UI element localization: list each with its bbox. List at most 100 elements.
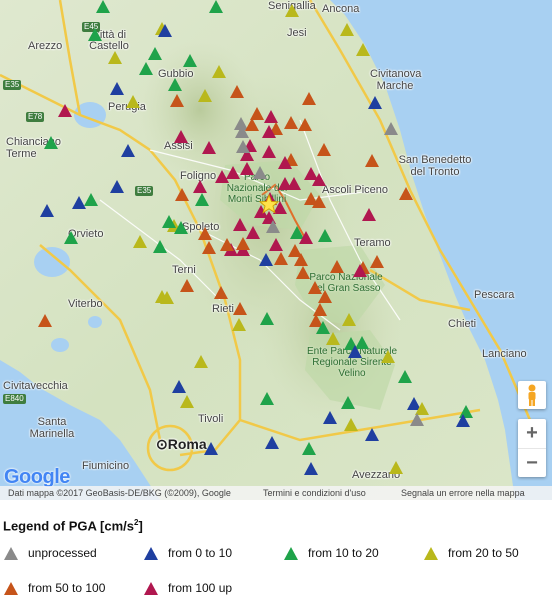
station-orange-triangle-icon[interactable]	[198, 227, 212, 240]
station-blue-triangle-icon[interactable]	[259, 253, 273, 266]
station-blue-triangle-icon[interactable]	[456, 414, 470, 427]
station-green-triangle-icon[interactable]	[302, 442, 316, 455]
station-blue-triangle-icon[interactable]	[40, 204, 54, 217]
station-green-triangle-icon[interactable]	[209, 0, 223, 13]
station-yellow-triangle-icon[interactable]	[212, 65, 226, 78]
station-gray-triangle-icon[interactable]	[410, 413, 424, 426]
station-yellow-triangle-icon[interactable]	[344, 418, 358, 431]
station-orange-triangle-icon[interactable]	[370, 255, 384, 268]
pegman-button[interactable]	[518, 381, 546, 409]
station-blue-triangle-icon[interactable]	[158, 24, 172, 37]
station-green-triangle-icon[interactable]	[341, 396, 355, 409]
station-orange-triangle-icon[interactable]	[302, 92, 316, 105]
station-magenta-triangle-icon[interactable]	[353, 264, 367, 277]
station-orange-triangle-icon[interactable]	[365, 154, 379, 167]
station-gray-triangle-icon[interactable]	[253, 166, 267, 179]
station-magenta-triangle-icon[interactable]	[58, 104, 72, 117]
station-orange-triangle-icon[interactable]	[274, 252, 288, 265]
station-green-triangle-icon[interactable]	[318, 229, 332, 242]
station-orange-triangle-icon[interactable]	[230, 85, 244, 98]
station-yellow-triangle-icon[interactable]	[389, 461, 403, 474]
station-orange-triangle-icon[interactable]	[296, 266, 310, 279]
station-magenta-triangle-icon[interactable]	[233, 218, 247, 231]
station-magenta-triangle-icon[interactable]	[193, 180, 207, 193]
station-orange-triangle-icon[interactable]	[236, 237, 250, 250]
station-green-triangle-icon[interactable]	[153, 240, 167, 253]
station-orange-triangle-icon[interactable]	[298, 118, 312, 131]
terms-link[interactable]: Termini e condizioni d'uso	[263, 486, 366, 500]
station-green-triangle-icon[interactable]	[168, 78, 182, 91]
zoom-in-button[interactable]: +	[518, 419, 546, 449]
station-orange-triangle-icon[interactable]	[180, 279, 194, 292]
station-orange-triangle-icon[interactable]	[284, 116, 298, 129]
zoom-out-button[interactable]: −	[518, 449, 546, 478]
station-orange-triangle-icon[interactable]	[317, 143, 331, 156]
station-green-triangle-icon[interactable]	[260, 392, 274, 405]
station-green-triangle-icon[interactable]	[64, 231, 78, 244]
station-green-triangle-icon[interactable]	[96, 0, 110, 13]
station-yellow-triangle-icon[interactable]	[232, 318, 246, 331]
station-gray-triangle-icon[interactable]	[266, 220, 280, 233]
station-yellow-triangle-icon[interactable]	[108, 51, 122, 64]
station-green-triangle-icon[interactable]	[139, 62, 153, 75]
station-green-triangle-icon[interactable]	[183, 54, 197, 67]
station-orange-triangle-icon[interactable]	[175, 188, 189, 201]
station-yellow-triangle-icon[interactable]	[356, 43, 370, 56]
station-magenta-triangle-icon[interactable]	[269, 238, 283, 251]
station-orange-triangle-icon[interactable]	[312, 195, 326, 208]
station-green-triangle-icon[interactable]	[195, 193, 209, 206]
station-magenta-triangle-icon[interactable]	[362, 208, 376, 221]
station-green-triangle-icon[interactable]	[174, 221, 188, 234]
station-orange-triangle-icon[interactable]	[170, 94, 184, 107]
station-blue-triangle-icon[interactable]	[110, 180, 124, 193]
station-orange-triangle-icon[interactable]	[233, 302, 247, 315]
station-orange-triangle-icon[interactable]	[38, 314, 52, 327]
station-yellow-triangle-icon[interactable]	[285, 4, 299, 17]
station-yellow-triangle-icon[interactable]	[160, 291, 174, 304]
station-magenta-triangle-icon[interactable]	[278, 156, 292, 169]
station-magenta-triangle-icon[interactable]	[240, 162, 254, 175]
station-orange-triangle-icon[interactable]	[202, 241, 216, 254]
station-orange-triangle-icon[interactable]	[294, 253, 308, 266]
station-yellow-triangle-icon[interactable]	[198, 89, 212, 102]
station-orange-triangle-icon[interactable]	[318, 290, 332, 303]
station-magenta-triangle-icon[interactable]	[278, 177, 292, 190]
station-orange-triangle-icon[interactable]	[214, 286, 228, 299]
station-blue-triangle-icon[interactable]	[121, 144, 135, 157]
station-gray-triangle-icon[interactable]	[236, 140, 250, 153]
station-green-triangle-icon[interactable]	[44, 136, 58, 149]
station-blue-triangle-icon[interactable]	[110, 82, 124, 95]
station-magenta-triangle-icon[interactable]	[174, 130, 188, 143]
station-yellow-triangle-icon[interactable]	[326, 332, 340, 345]
station-green-triangle-icon[interactable]	[398, 370, 412, 383]
station-magenta-triangle-icon[interactable]	[299, 231, 313, 244]
station-yellow-triangle-icon[interactable]	[342, 313, 356, 326]
station-green-triangle-icon[interactable]	[84, 193, 98, 206]
report-error-link[interactable]: Segnala un errore nella mappa	[401, 486, 525, 500]
station-blue-triangle-icon[interactable]	[172, 380, 186, 393]
map-view[interactable]: Senigallia Ancona Jesi Arezzo Città di C…	[0, 0, 552, 500]
station-green-triangle-icon[interactable]	[88, 28, 102, 41]
station-blue-triangle-icon[interactable]	[348, 345, 362, 358]
station-green-triangle-icon[interactable]	[148, 47, 162, 60]
station-blue-triangle-icon[interactable]	[265, 436, 279, 449]
station-orange-triangle-icon[interactable]	[220, 238, 234, 251]
station-yellow-triangle-icon[interactable]	[133, 235, 147, 248]
station-blue-triangle-icon[interactable]	[368, 96, 382, 109]
station-blue-triangle-icon[interactable]	[323, 411, 337, 424]
station-gray-triangle-icon[interactable]	[384, 122, 398, 135]
station-orange-triangle-icon[interactable]	[245, 118, 259, 131]
station-magenta-triangle-icon[interactable]	[262, 145, 276, 158]
station-yellow-triangle-icon[interactable]	[340, 23, 354, 36]
station-blue-triangle-icon[interactable]	[365, 428, 379, 441]
station-green-triangle-icon[interactable]	[260, 312, 274, 325]
station-yellow-triangle-icon[interactable]	[381, 350, 395, 363]
station-blue-triangle-icon[interactable]	[204, 442, 218, 455]
station-magenta-triangle-icon[interactable]	[312, 173, 326, 186]
station-yellow-triangle-icon[interactable]	[180, 395, 194, 408]
station-magenta-triangle-icon[interactable]	[262, 125, 276, 138]
station-green-triangle-icon[interactable]	[162, 215, 176, 228]
station-yellow-triangle-icon[interactable]	[194, 355, 208, 368]
station-magenta-triangle-icon[interactable]	[226, 166, 240, 179]
station-yellow-triangle-icon[interactable]	[126, 95, 140, 108]
